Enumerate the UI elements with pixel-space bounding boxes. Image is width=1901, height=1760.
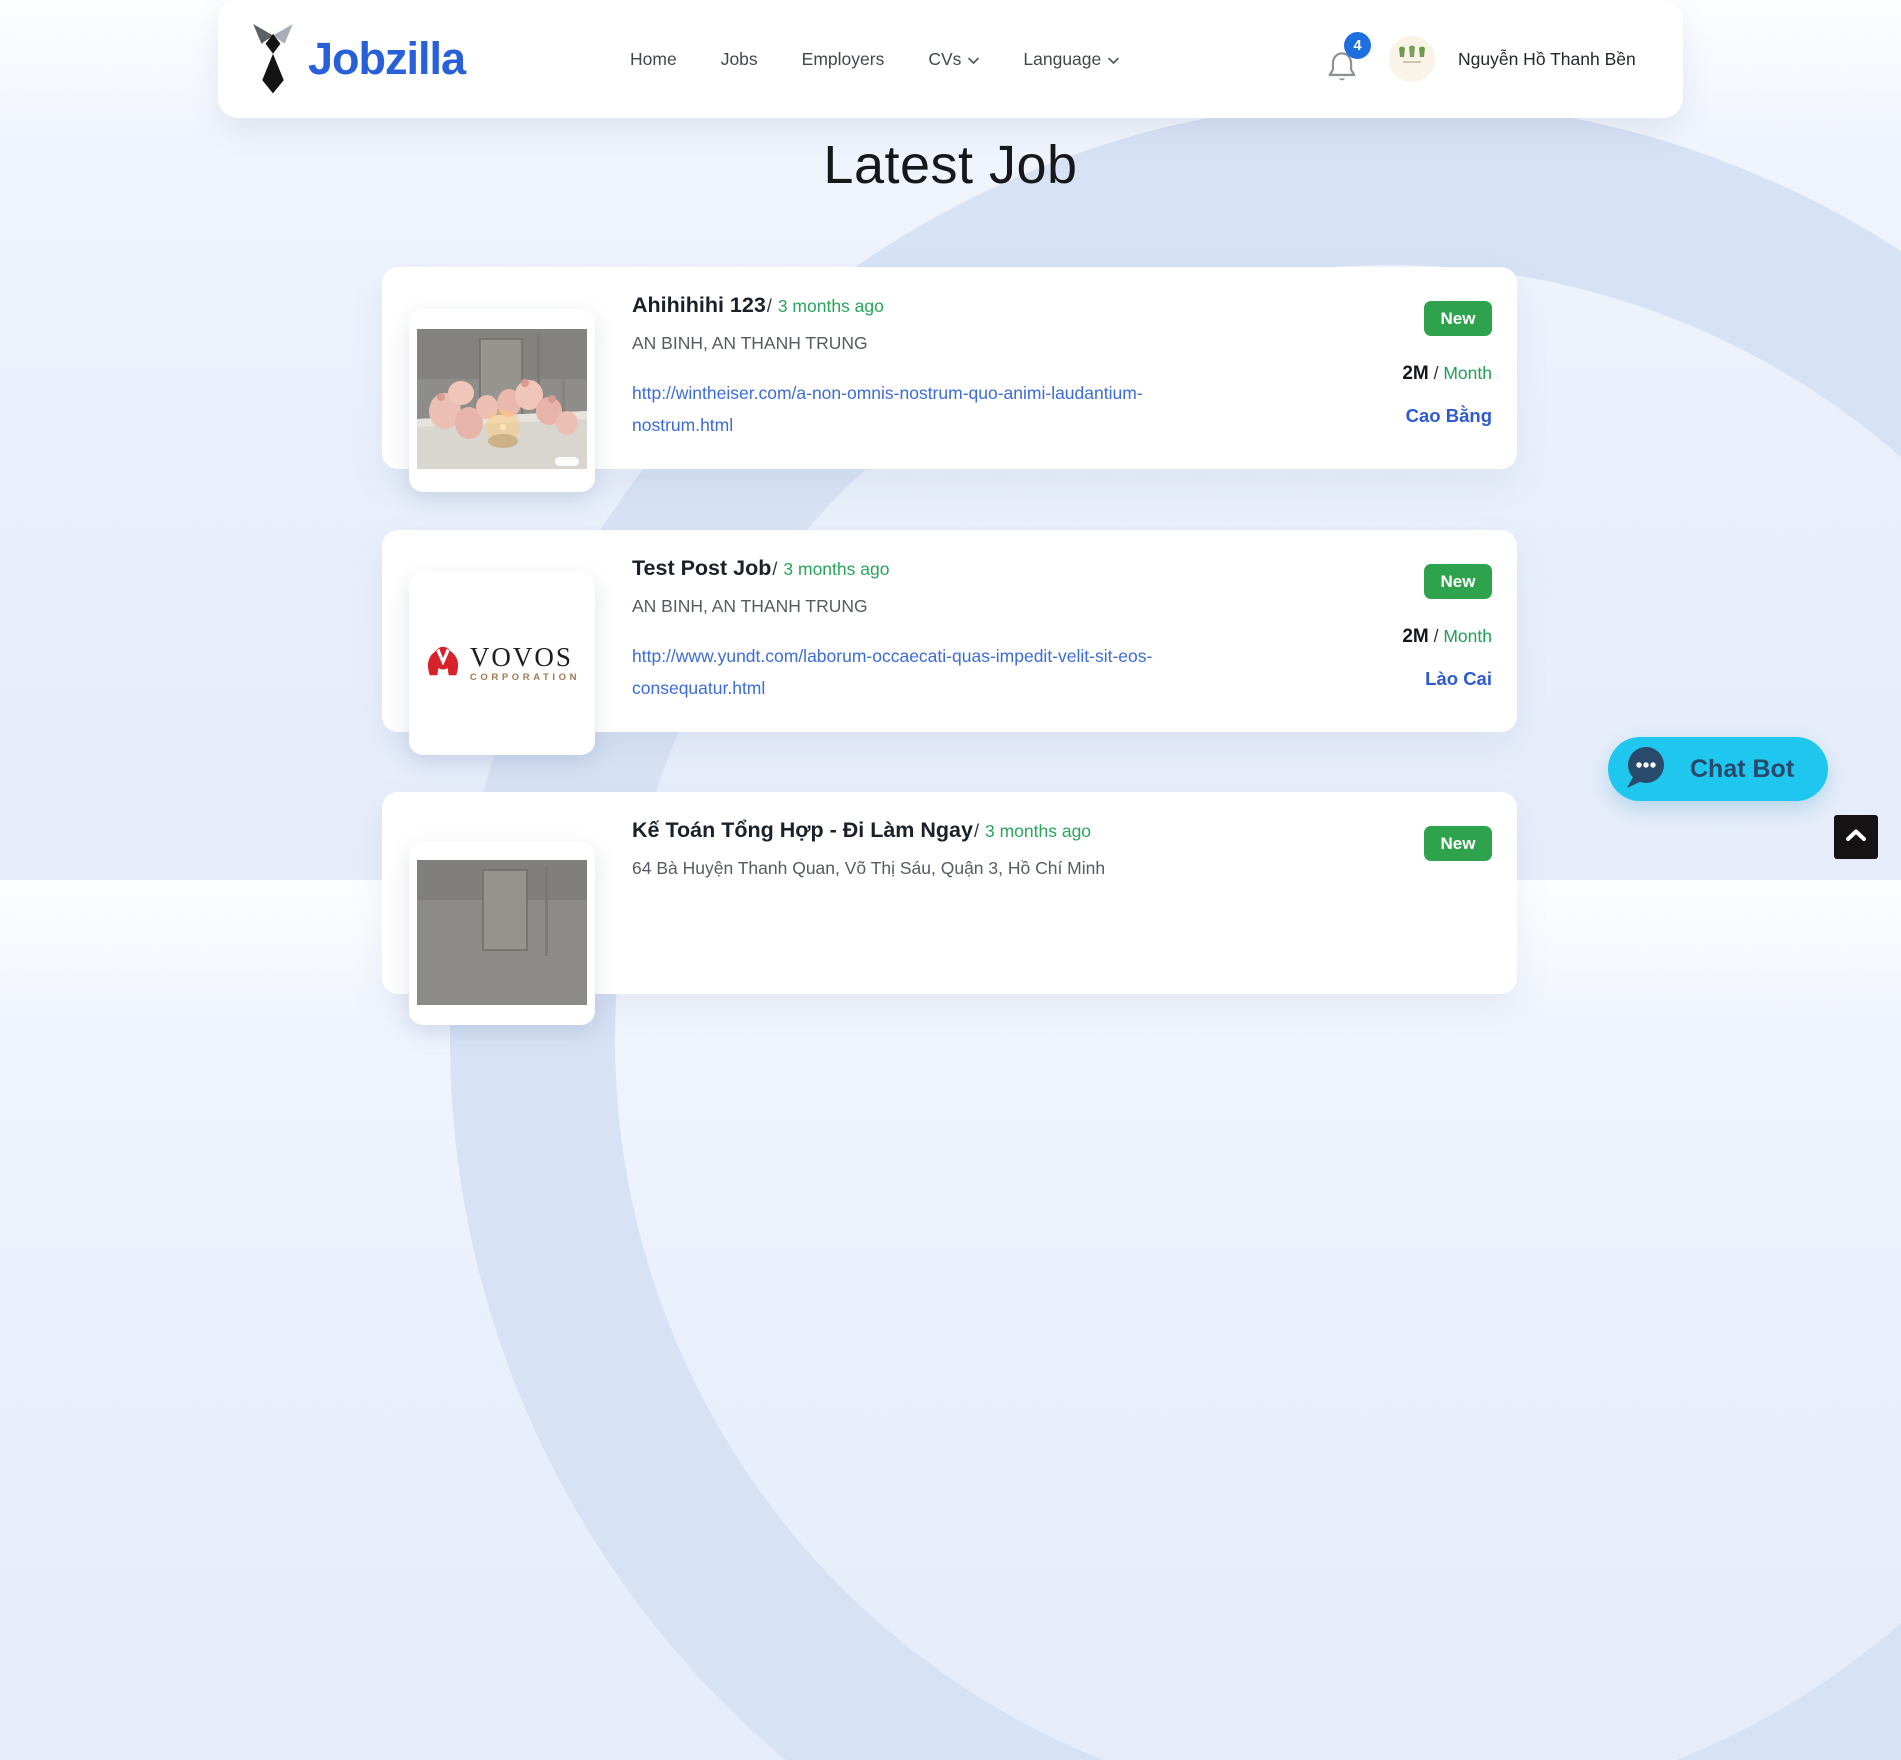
title-separator: /: [974, 821, 979, 842]
vovos-wordmark: VOVOS CORPORATION: [470, 644, 580, 683]
tulip-icon: [424, 643, 462, 684]
nav-item-cvs[interactable]: CVs: [928, 49, 979, 70]
title-separator: /: [767, 296, 772, 317]
nav-item-jobs[interactable]: Jobs: [721, 49, 758, 70]
user-name[interactable]: Nguyễn Hồ Thanh Bền: [1458, 0, 1636, 118]
office-room-photo: [417, 848, 587, 1020]
chevron-down-icon: [968, 49, 979, 70]
nav-label: Language: [1023, 49, 1101, 70]
chevron-down-icon: [1108, 49, 1119, 70]
salary-amount: 2M: [1402, 626, 1428, 647]
page-title: Latest Job: [0, 134, 1901, 196]
job-card: Kế Toán Tổng Hợp - Đi Làm Ngay / 3 month…: [382, 792, 1517, 994]
job-thumbnail[interactable]: [409, 842, 595, 1025]
job-title: Test Post Job: [632, 556, 771, 581]
job-card: Ahihihihi 123 / 3 months ago AN BINH, AN…: [382, 267, 1517, 469]
job-posted-time: 3 months ago: [783, 559, 889, 580]
job-url-link[interactable]: http://wintheiser.com/a-non-omnis-nostru…: [632, 377, 1180, 441]
new-badge: New: [1424, 564, 1492, 599]
notifications-button[interactable]: 4: [1324, 32, 1384, 96]
nav-label: Jobs: [721, 49, 758, 70]
vovos-logo: VOVOS CORPORATION: [424, 643, 580, 684]
nav-label: Home: [630, 49, 677, 70]
job-location-link[interactable]: Lào Cai: [1425, 668, 1492, 690]
job-url-link[interactable]: http://www.yundt.com/laborum-occaecati-q…: [632, 640, 1180, 704]
salary-period: Month: [1443, 363, 1492, 383]
nav-item-home[interactable]: Home: [630, 49, 677, 70]
notification-count-badge: 4: [1344, 32, 1371, 59]
pig-plushies-photo: [417, 315, 587, 487]
job-title-row[interactable]: Test Post Job / 3 months ago: [632, 556, 889, 581]
tie-icon: [248, 19, 298, 100]
chat-bubble-icon: [1622, 743, 1670, 796]
nav-label: CVs: [928, 49, 961, 70]
job-address: AN BINH, AN THANH TRUNG: [632, 333, 868, 354]
user-avatar[interactable]: [1389, 36, 1435, 82]
job-posted-time: 3 months ago: [985, 821, 1091, 842]
title-separator: /: [772, 559, 777, 580]
job-thumbnail[interactable]: VOVOS CORPORATION: [409, 572, 595, 755]
salary-amount: 2M: [1402, 363, 1428, 384]
nav-item-language[interactable]: Language: [1023, 49, 1119, 70]
job-thumbnail[interactable]: [409, 309, 595, 492]
new-badge: New: [1424, 301, 1492, 336]
vovos-name: VOVOS: [470, 644, 573, 670]
job-location-link[interactable]: Cao Bằng: [1406, 405, 1492, 427]
job-title-row[interactable]: Kế Toán Tổng Hợp - Đi Làm Ngay / 3 month…: [632, 818, 1091, 843]
salary-separator: /: [1429, 363, 1444, 383]
job-card: VOVOS CORPORATION Test Post Job / 3 mont…: [382, 530, 1517, 732]
job-address: 64 Bà Huyện Thanh Quan, Võ Thị Sáu, Quận…: [632, 858, 1105, 879]
job-salary: 2M / Month: [1402, 626, 1492, 648]
job-address: AN BINH, AN THANH TRUNG: [632, 596, 868, 617]
chevron-up-icon: [1845, 828, 1867, 847]
job-title: Kế Toán Tổng Hợp - Đi Làm Ngay: [632, 818, 973, 843]
plants-avatar-icon: [1395, 44, 1429, 75]
new-badge: New: [1424, 826, 1492, 861]
brand-name: Jobzilla: [308, 33, 465, 85]
salary-separator: /: [1429, 626, 1444, 646]
scroll-to-top-button[interactable]: [1834, 815, 1878, 859]
job-title: Ahihihihi 123: [632, 293, 766, 318]
job-title-row[interactable]: Ahihihihi 123 / 3 months ago: [632, 293, 884, 318]
nav-label: Employers: [802, 49, 885, 70]
nav-item-employers[interactable]: Employers: [802, 49, 885, 70]
chatbot-label: Chat Bot: [1690, 755, 1794, 784]
vovos-subtitle: CORPORATION: [470, 672, 580, 683]
brand-logo[interactable]: Jobzilla: [248, 0, 465, 118]
chatbot-button[interactable]: Chat Bot: [1608, 737, 1828, 801]
job-salary: 2M / Month: [1402, 363, 1492, 385]
job-posted-time: 3 months ago: [778, 296, 884, 317]
main-nav: Home Jobs Employers CVs Language: [630, 0, 1119, 118]
top-navbar: Jobzilla Home Jobs Employers CVs Languag…: [218, 0, 1683, 118]
salary-period: Month: [1443, 626, 1492, 646]
